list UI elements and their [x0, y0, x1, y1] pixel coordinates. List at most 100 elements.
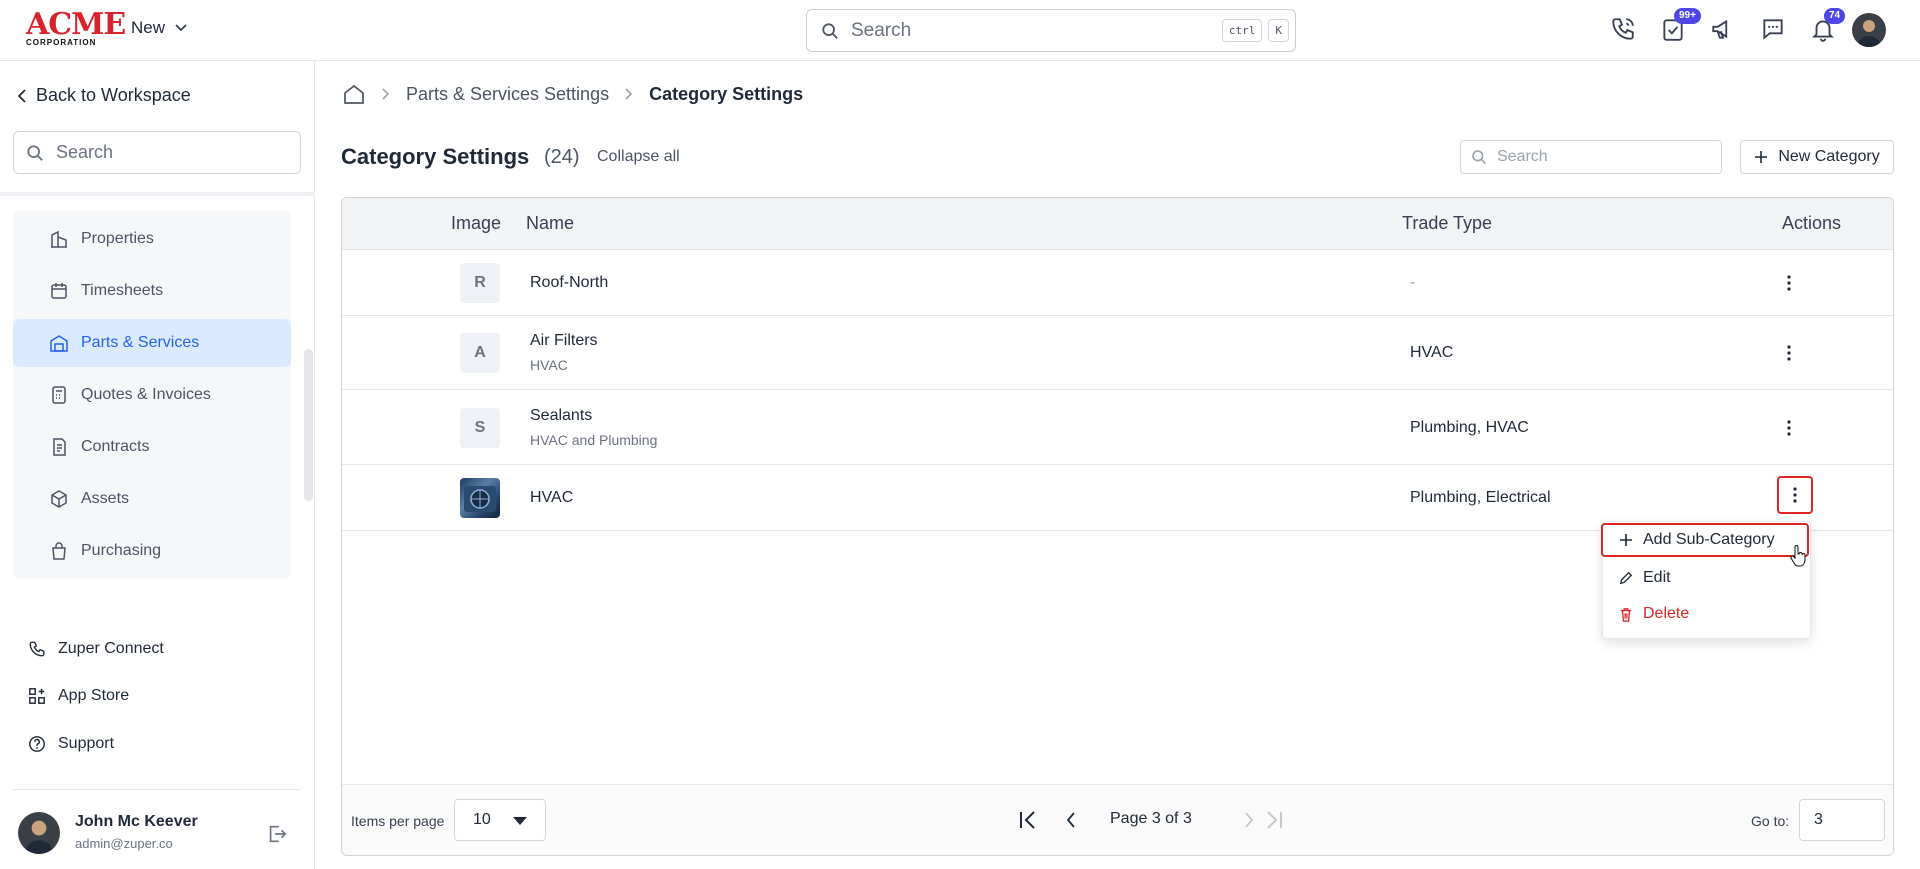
breadcrumb-category-settings: Category Settings [649, 83, 804, 104]
first-page-button[interactable] [1015, 807, 1041, 833]
category-name: Air Filters [530, 332, 598, 349]
help-icon [29, 736, 45, 752]
sidebar-item-label: App Store [58, 687, 130, 704]
items-per-page-select[interactable]: 10 [454, 799, 546, 841]
sidebar-item-app-store[interactable]: App Store [28, 687, 129, 705]
sidebar-item-label: Properties [81, 230, 154, 247]
sidebar-item-parts-services[interactable]: Parts & Services [13, 319, 291, 367]
page-title: Category Settings [341, 144, 530, 169]
category-name: Roof-North [530, 274, 609, 291]
row-actions-button[interactable] [1774, 413, 1804, 443]
building-icon [51, 230, 67, 248]
category-image: S [460, 408, 500, 448]
sidebar-item-timesheets[interactable]: Timesheets [13, 267, 291, 315]
last-page-icon [1267, 811, 1282, 829]
home-icon[interactable] [342, 82, 366, 106]
column-actions: Actions [1782, 213, 1842, 233]
user-avatar[interactable] [18, 812, 60, 854]
divider [13, 789, 301, 790]
table-row[interactable]: S Sealants HVAC and Plumbing Plumbing, H… [342, 390, 1893, 465]
chevron-right-icon [625, 88, 633, 100]
table-row[interactable]: R Roof-North - [342, 250, 1893, 316]
user-email: admin@zuper.co [75, 836, 173, 851]
back-to-workspace-link[interactable]: Back to Workspace [18, 85, 191, 106]
next-page-button[interactable] [1236, 807, 1262, 833]
logo-subtext: CORPORATION [26, 38, 97, 47]
collapse-all-button[interactable]: Collapse all [597, 148, 680, 166]
chevron-left-icon [18, 88, 26, 103]
first-page-icon [1020, 811, 1035, 829]
user-avatar-top[interactable] [1852, 13, 1886, 47]
kbd-k: K [1268, 19, 1289, 42]
new-menu-button[interactable]: New [131, 18, 187, 38]
category-search-placeholder: Search [1497, 148, 1548, 165]
row-actions-button[interactable] [1774, 338, 1804, 368]
column-trade-type: Trade Type [1402, 213, 1493, 233]
sidebar-item-label: Quotes & Invoices [81, 386, 211, 403]
top-icons: 99+ 74 [1608, 8, 1846, 44]
sidebar-search-placeholder: Search [56, 142, 114, 162]
category-search-input[interactable]: Search [1460, 140, 1722, 174]
trash-icon [1620, 607, 1632, 622]
phone-button[interactable] [1608, 14, 1638, 44]
items-per-page-value: 10 [473, 811, 491, 828]
tasks-button[interactable]: 99+ [1658, 8, 1701, 44]
chevron-right-icon [382, 88, 390, 100]
table-row[interactable]: A Air Filters HVAC HVAC [342, 316, 1893, 390]
calendar-icon [51, 283, 67, 299]
category-description: HVAC [530, 357, 568, 373]
search-icon [1472, 150, 1486, 164]
menu-add-sub-category[interactable]: Add Sub-Category [1601, 523, 1809, 557]
logout-icon [269, 825, 287, 843]
category-trade: Plumbing, HVAC [1410, 419, 1529, 436]
prev-page-button[interactable] [1058, 807, 1084, 833]
breadcrumb: Parts & Services Settings Category Setti… [342, 82, 803, 106]
kebab-icon [1787, 275, 1791, 291]
avatar-icon [24, 820, 54, 854]
category-image: R [460, 263, 500, 303]
row-actions-button[interactable] [1774, 268, 1804, 298]
sidebar-item-quotes-invoices[interactable]: Quotes & Invoices [13, 371, 291, 419]
caret-down-icon [513, 817, 527, 825]
avatar-icon [1857, 20, 1881, 47]
tasks-badge: 99+ [1674, 8, 1701, 24]
new-menu-label: New [131, 18, 166, 37]
column-image: Image [451, 213, 502, 233]
category-trade: - [1410, 274, 1416, 291]
contract-icon [53, 438, 66, 456]
menu-edit[interactable]: Edit [1603, 562, 1812, 594]
sidebar-item-label: Purchasing [81, 542, 162, 559]
pagination-bar: Items per page 10 Page 3 of 3 Go to: [342, 784, 1893, 855]
acme-logo[interactable]: ACME CORPORATION [26, 10, 126, 47]
logout-button[interactable] [266, 823, 288, 845]
sidebar-item-properties[interactable]: Properties [13, 215, 291, 263]
sidebar-item-zuper-connect[interactable]: Zuper Connect [28, 640, 164, 658]
sidebar-scrollbar[interactable] [304, 349, 313, 501]
last-page-button[interactable] [1261, 807, 1287, 833]
breadcrumb-parts-services-settings[interactable]: Parts & Services Settings [406, 84, 609, 105]
announcements-button[interactable] [1708, 14, 1738, 44]
menu-item-label: Add Sub-Category [1643, 531, 1775, 548]
sidebar-item-label: Zuper Connect [58, 640, 164, 657]
goto-page-input[interactable] [1799, 799, 1885, 841]
notifications-button[interactable]: 74 [1808, 8, 1846, 44]
sidebar-item-purchasing[interactable]: Purchasing [13, 527, 291, 575]
sidebar-item-support[interactable]: Support [28, 735, 114, 753]
category-trade: HVAC [1410, 344, 1454, 361]
menu-delete[interactable]: Delete [1603, 598, 1812, 630]
sidebar-search-input[interactable]: Search [13, 131, 301, 174]
row-actions-button[interactable] [1777, 476, 1813, 514]
global-search-input[interactable]: Search ctrl K [806, 9, 1296, 52]
chevron-left-icon [1066, 812, 1075, 828]
sidebar-item-contracts[interactable]: Contracts [13, 423, 291, 471]
plus-icon [1620, 534, 1632, 546]
sidebar-item-assets[interactable]: Assets [13, 475, 291, 523]
divider [0, 192, 315, 196]
bag-icon [52, 542, 66, 560]
new-category-button[interactable]: New Category [1740, 140, 1894, 174]
category-count: (24) [544, 146, 580, 168]
chat-button[interactable] [1758, 14, 1788, 44]
megaphone-icon [1712, 19, 1728, 39]
category-name: HVAC [530, 489, 574, 506]
hand-cursor-icon [1790, 545, 1806, 567]
